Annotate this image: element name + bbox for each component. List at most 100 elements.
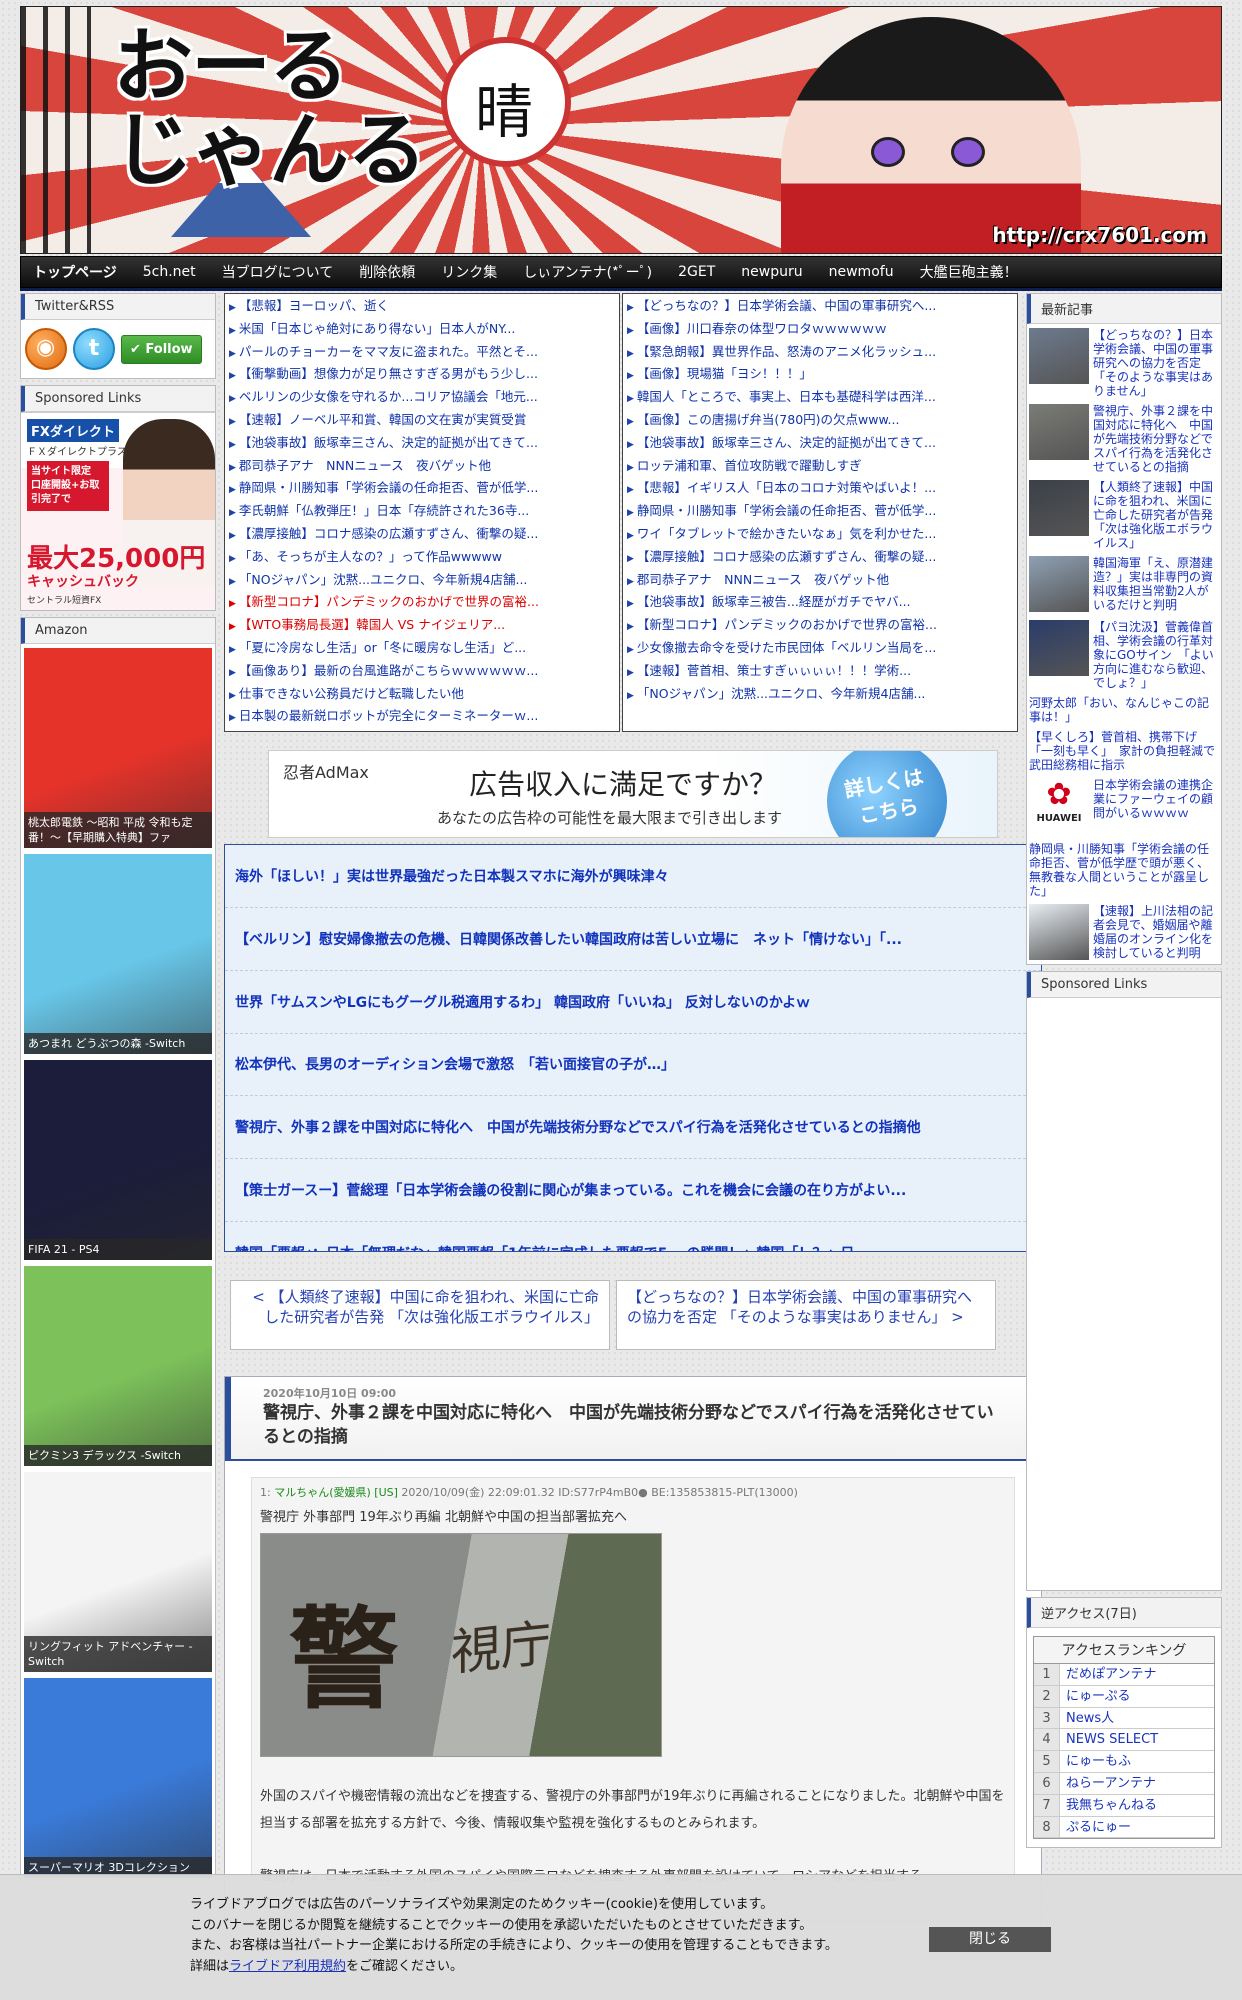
recent-post[interactable]: 河野太郎「おい、なんじゃこの記事は！」 [1027, 692, 1221, 726]
antenna-link-text[interactable]: 仕事できない公務員だけど転職したい他 [239, 686, 464, 701]
antenna-link-text[interactable]: 米国「日本じゃ絶対にあり得ない」日本人がNY... [239, 321, 515, 336]
cookie-close-button[interactable]: 閉じる [929, 1927, 1051, 1952]
antenna-link[interactable]: ▶ 【衝撃動画】想像力が足り無さすぎる男がもう少し... [229, 364, 615, 387]
antenna-link[interactable]: ▶ ベルリンの少女像を守れるか...コリア協議会「地元... [229, 387, 615, 410]
antenna-link-text[interactable]: 【池袋事故】飯塚幸三さん、決定的証拠が出てきて... [637, 435, 936, 450]
pickup-headline[interactable]: 韓国「悪報」：日本「無理だな」韓国悪報「1年前に完成した悪報で5… の勝問！」韓… [225, 1222, 1041, 1251]
antenna-link-text[interactable]: 【画像】現場猫「ヨシ！！！」 [637, 366, 812, 381]
antenna-link[interactable]: ▶ 郡司恭子アナ NNNニュース 夜バゲット他 [229, 456, 615, 479]
amazon-product[interactable]: リングフィット アドベンチャー -Switch [24, 1472, 212, 1672]
nav-item[interactable]: 2GET [678, 264, 715, 280]
antenna-link-text[interactable]: 【WTO事務局長選】韓国人 VS ナイジェリア... [239, 617, 505, 632]
antenna-link[interactable]: ▶ 【池袋事故】飯塚幸三さん、決定的証拠が出てきて... [229, 433, 615, 456]
antenna-link-text[interactable]: 静岡県・川勝知事「学術会議の任命拒否、菅が低学... [637, 503, 936, 518]
antenna-link[interactable]: ▶ 【画像】川口春奈の体型ワロタｗｗｗｗｗｗ [627, 319, 1013, 342]
ranking-row[interactable]: 1 だめぽアンテナ [1034, 1664, 1214, 1686]
nav-item[interactable]: newpuru [741, 264, 802, 280]
amazon-product[interactable]: FIFA 21 - PS4 [24, 1060, 212, 1260]
ranking-site-link[interactable]: にゅーぷる [1060, 1685, 1214, 1707]
recent-post[interactable]: 【パヨ沈汲】菅義偉首相、学術会議の行革対象にGOサイン 「よい方向に進むなら歓迎… [1027, 616, 1221, 692]
antenna-link[interactable]: ▶ 日本製の最新鋭ロボットが完全にターミネーターｗ... [229, 706, 615, 729]
antenna-link[interactable]: ▶ 【新型コロナ】パンデミックのおかげで世界の富裕... [229, 592, 615, 615]
amazon-product[interactable]: あつまれ どうぶつの森 -Switch [24, 854, 212, 1054]
antenna-link[interactable]: ▶ 【悲報】ヨーロッパ、逝く [229, 296, 615, 319]
antenna-link-text[interactable]: 郡司恭子アナ NNNニュース 夜バゲット他 [239, 458, 491, 473]
antenna-link[interactable]: ▶ 【緊急朗報】異世界作品、怒涛のアニメ化ラッシュ... [627, 342, 1013, 365]
ranking-site-link[interactable]: にゅーもふ [1060, 1751, 1214, 1772]
antenna-link[interactable]: ▶ 郡司恭子アナ NNNニュース 夜バゲット他 [627, 570, 1013, 593]
nav-item[interactable]: しぃアンテナ(*ﾟーﾟ) [523, 262, 652, 282]
antenna-link[interactable]: ▶ 静岡県・川勝知事「学術会議の任命拒否、菅が低学... [229, 478, 615, 501]
antenna-link[interactable]: ▶ 【速報】ノーベル平和賞、韓国の文在寅が実質受賞 [229, 410, 615, 433]
antenna-link-text[interactable]: 【新型コロナ】パンデミックのおかげで世界の富裕... [637, 617, 937, 632]
article-title[interactable]: 警視庁、外事２課を中国対応に特化へ 中国が先端技術分野などでスパイ行為を活発化さ… [263, 1401, 1001, 1449]
antenna-link-text[interactable]: 【池袋事故】飯塚幸三被告...経歴がガチでヤバ... [637, 594, 911, 609]
pickup-headline[interactable]: 【策士ガースー】菅総理「日本学術会議の役割に関心が集まっている。これを機会に会議… [225, 1159, 1041, 1222]
antenna-link[interactable]: ▶ ロッテ浦和軍、首位攻防戦で躍動しすぎ [627, 456, 1013, 479]
antenna-link-text[interactable]: 日本製の最新鋭ロボットが完全にターミネーターｗ... [239, 708, 538, 723]
amazon-product[interactable]: ピクミン3 デラックス -Switch [24, 1266, 212, 1466]
site-header[interactable]: 晴 おーる じゃんる http://crx7601.com [20, 6, 1222, 254]
terms-link[interactable]: ライブドア利用規約 [229, 1959, 346, 1974]
nav-item[interactable]: 削除依頼 [359, 262, 415, 282]
antenna-link-text[interactable]: 【悲報】ヨーロッパ、逝く [239, 298, 389, 313]
recent-post[interactable]: 【人類終了速報】中国に命を狙われ、米国に亡命した研究者が告発 「次は強化版エボラ… [1027, 476, 1221, 552]
antenna-link[interactable]: ▶ 【新型コロナ】パンデミックのおかげで世界の富裕... [627, 615, 1013, 638]
ranking-row[interactable]: 8 ぷるにゅー [1034, 1816, 1214, 1839]
nav-item[interactable]: リンク集 [441, 262, 497, 282]
antenna-link-text[interactable]: 【緊急朗報】異世界作品、怒涛のアニメ化ラッシュ... [637, 344, 936, 359]
ranking-row[interactable]: 4 NEWS SELECT [1034, 1729, 1214, 1752]
ranking-site-link[interactable]: ぷるにゅー [1060, 1816, 1214, 1838]
admax-details-button[interactable]: 詳しくは こちら [817, 751, 957, 838]
antenna-link[interactable]: ▶ 韓国人「ところで、事実上、日本も基礎科学は西洋... [627, 387, 1013, 410]
pickup-headline[interactable]: 世界「サムスンやLGにもグーグル税適用するわ」 韓国政府「いいね」 反対しないの… [225, 971, 1041, 1034]
antenna-link-text[interactable]: 【衝撃動画】想像力が足り無さすぎる男がもう少し... [239, 366, 538, 381]
recent-post[interactable]: ✿ HUAWEI 日本学術会議の連携企業にファーウェイの顧問がいるｗｗｗｗ [1027, 774, 1221, 838]
pickup-headline[interactable]: 警視庁、外事２課を中国対応に特化へ 中国が先端技術分野などでスパイ行為を活発化さ… [225, 1096, 1041, 1160]
antenna-link-text[interactable]: 韓国人「ところで、事実上、日本も基礎科学は西洋... [637, 389, 936, 404]
antenna-link[interactable]: ▶ ワイ「タブレットで絵かきたいなぁ」気を利かせた... [627, 524, 1013, 547]
nav-item[interactable]: newmofu [829, 264, 894, 280]
ranking-site-link[interactable]: ねらーアンテナ [1060, 1772, 1214, 1794]
antenna-link[interactable]: ▶ 【どっちなの？】日本学術会議、中国の軍事研究へ... [627, 296, 1013, 319]
antenna-link-text[interactable]: 【悲報】イギリス人「日本のコロナ対策やばいよ！... [637, 480, 936, 495]
fx-direct-ad[interactable]: FXダイレクト ＦＸダイレクトプラス 当サイト限定 口座開設+お取引完了で 最大… [21, 412, 215, 610]
ranking-site-link[interactable]: 我無ちゃんねる [1060, 1794, 1214, 1816]
antenna-link[interactable]: ▶ 静岡県・川勝知事「学術会議の任命拒否、菅が低学... [627, 501, 1013, 524]
rss-icon[interactable] [25, 328, 67, 370]
antenna-link-text[interactable]: 【画像あり】最新の台風進路がこちらｗｗｗｗｗｗ... [239, 663, 538, 678]
antenna-link[interactable]: ▶ 【池袋事故】飯塚幸三さん、決定的証拠が出てきて... [627, 433, 1013, 456]
antenna-link[interactable]: ▶ 「夏に冷房なし生活」or「冬に暖房なし生活」ど... [229, 638, 615, 661]
antenna-link-text[interactable]: パールのチョーカーをママ友に盗まれた。平然とそ... [239, 344, 538, 359]
recent-post[interactable]: 【早くしろ】菅首相、携帯下げ「一刻も早く」 家計の負担軽減で武田総務相に指示 [1027, 726, 1221, 774]
amazon-product[interactable]: 桃太郎電鉄 ～昭和 平成 令和も定番！～【早期購入特典】ファ [24, 648, 212, 848]
antenna-link-text[interactable]: 【画像】川口春奈の体型ワロタｗｗｗｗｗｗ [637, 321, 887, 336]
antenna-link[interactable]: ▶ 【画像】この唐揚げ弁当(780円)の欠点www... [627, 410, 1013, 433]
antenna-link-text[interactable]: 【速報】ノーベル平和賞、韓国の文在寅が実質受賞 [239, 412, 527, 427]
antenna-link[interactable]: ▶ 【悲報】イギリス人「日本のコロナ対策やばいよ！... [627, 478, 1013, 501]
antenna-link-text[interactable]: 【どっちなの？】日本学術会議、中国の軍事研究へ... [637, 298, 936, 313]
antenna-link[interactable]: ▶ 【WTO事務局長選】韓国人 VS ナイジェリア... [229, 615, 615, 638]
antenna-link-text[interactable]: 「NOジャパン」沈黙...ユニクロ、今年新規4店舗... [239, 572, 527, 587]
nav-item[interactable]: 5ch.net [143, 264, 196, 280]
recent-post[interactable]: 静岡県・川勝知事「学術会議の任命拒否、菅が低学歴で頭が悪く、無教養な人間というこ… [1027, 838, 1221, 900]
ranking-row[interactable]: 5 にゅーもふ [1034, 1751, 1214, 1773]
nav-item[interactable]: トップページ [33, 262, 117, 282]
antenna-link-text[interactable]: ワイ「タブレットで絵かきたいなぁ」気を利かせた... [637, 526, 936, 541]
recent-post[interactable]: 【どっちなの？】日本学術会議、中国の軍事研究への協力を否定 「そのような事実はあ… [1027, 324, 1221, 400]
antenna-link-text[interactable]: 【画像】この唐揚げ弁当(780円)の欠点www... [637, 412, 900, 427]
antenna-link[interactable]: ▶ 少女像撤去命令を受けた市民団体「ベルリン当局を... [627, 638, 1013, 661]
antenna-link[interactable]: ▶ 米国「日本じゃ絶対にあり得ない」日本人がNY... [229, 319, 615, 342]
antenna-link-text[interactable]: 【新型コロナ】パンデミックのおかげで世界の富裕... [239, 594, 539, 609]
ranking-row[interactable]: 6 ねらーアンテナ [1034, 1772, 1214, 1795]
antenna-link[interactable]: ▶ 【画像】現場猫「ヨシ！！！」 [627, 364, 1013, 387]
pickup-headline[interactable]: 松本伊代、長男のオーディション会場で激怒 「若い面接官の子が…」 [225, 1034, 1041, 1097]
antenna-link-text[interactable]: ベルリンの少女像を守れるか...コリア協議会「地元... [239, 389, 538, 404]
nav-item[interactable]: 当ブログについて [222, 262, 334, 282]
antenna-link-text[interactable]: 【速報】菅首相、策士すぎぃぃぃぃ！！！学術... [637, 663, 911, 678]
antenna-link[interactable]: ▶ 「NOジャパン」沈黙...ユニクロ、今年新規4店舗... [229, 570, 615, 593]
article-photo[interactable]: 警 視庁 [260, 1533, 662, 1758]
amazon-product[interactable]: スーパーマリオ 3Dコレクション [24, 1678, 212, 1878]
antenna-link[interactable]: ▶ 【画像あり】最新の台風進路がこちらｗｗｗｗｗｗ... [229, 661, 615, 684]
next-article-link[interactable]: 【どっちなの？】日本学術会議、中国の軍事研究への協力を否定 「そのような事実はあ… [616, 1280, 996, 1351]
